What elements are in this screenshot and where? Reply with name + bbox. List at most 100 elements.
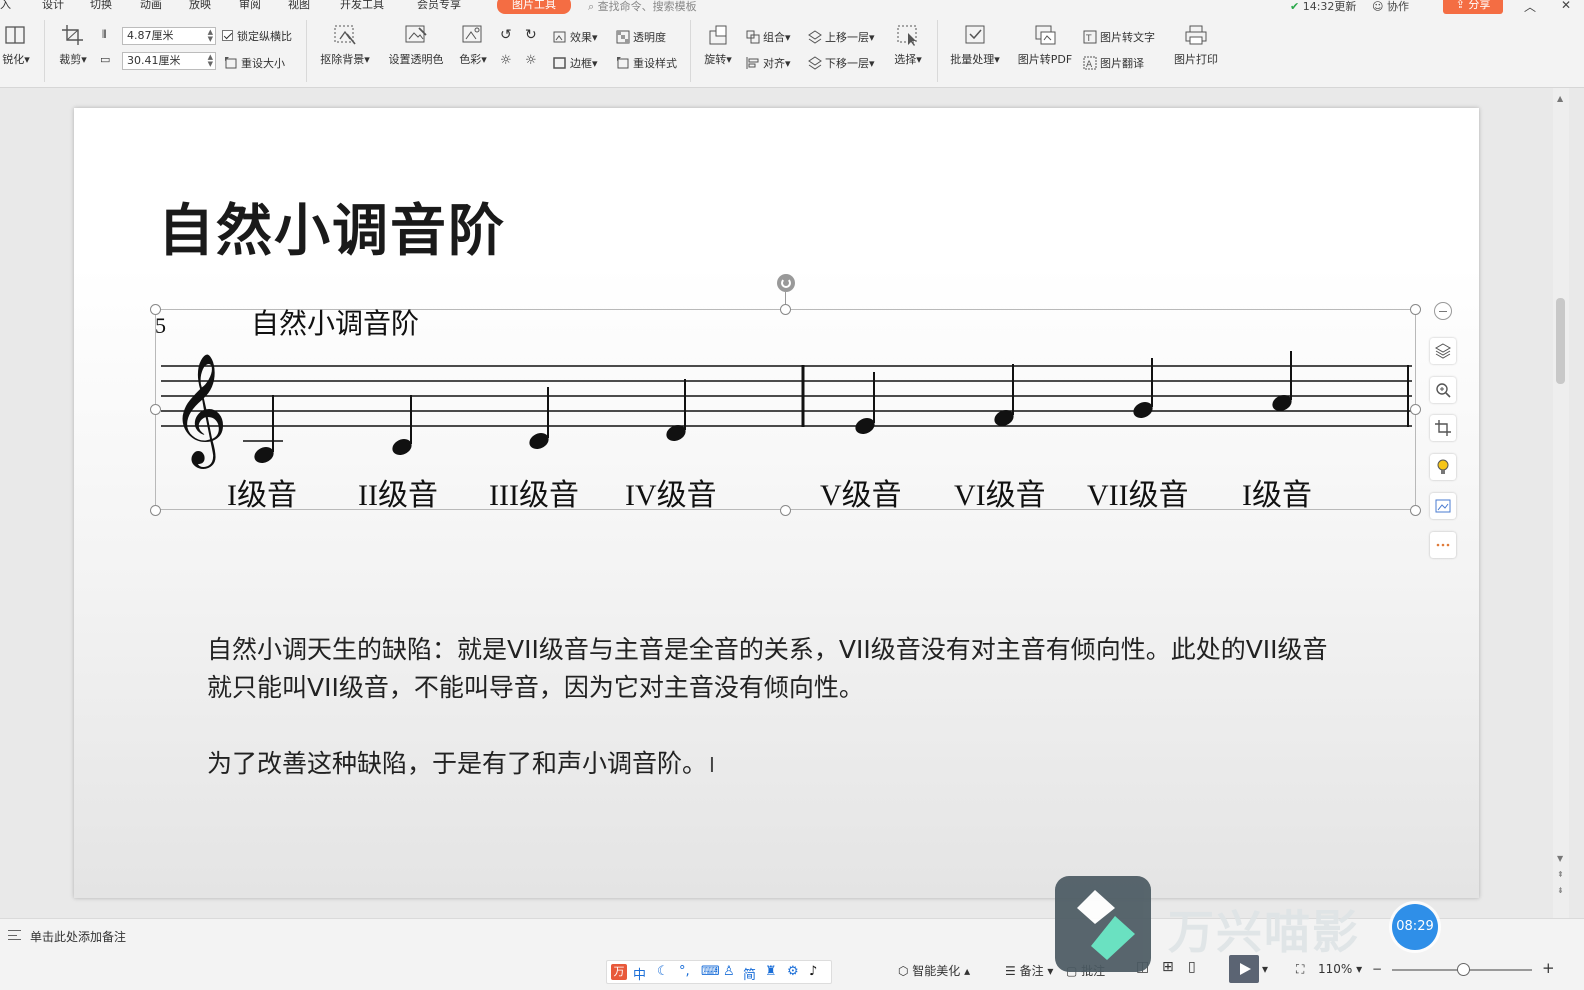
menu-slideshow[interactable]: 放映 <box>189 0 211 12</box>
menu-developer[interactable]: 开发工具 <box>340 0 384 12</box>
command-search[interactable]: ⌕ 查找命令、搜索模板 <box>588 0 697 14</box>
zoom-out-button[interactable]: − <box>1372 962 1382 976</box>
brightness-down-icon[interactable]: ☼ <box>525 54 537 68</box>
body-paragraph-line-2[interactable]: 就只能叫VII级音，不能叫导音，因为它对主音没有倾向性。 <box>207 669 864 707</box>
brightness-up-icon[interactable]: ☼ <box>500 54 512 68</box>
set-transparent-color-button[interactable]: 设置透明色 <box>384 24 448 67</box>
color-icon <box>462 25 482 43</box>
transparency-label: 透明度 <box>633 31 666 44</box>
lock-ratio-checkbox[interactable]: 锁定纵横比 <box>222 30 292 44</box>
resize-handle-left[interactable] <box>150 404 161 415</box>
width-stepper[interactable]: ▲ ▼ <box>208 54 213 68</box>
prev-slide-icon[interactable]: ⇞ <box>1557 870 1564 879</box>
menu-insert[interactable]: 入 <box>0 0 11 12</box>
transparency-button[interactable]: 透明度 <box>616 30 666 45</box>
ime-settings-icon[interactable]: ⚙ <box>787 964 799 979</box>
resize-handle-top[interactable] <box>780 304 791 315</box>
border-button[interactable]: 边框▾ <box>553 56 598 71</box>
ime-keyboard-icon[interactable]: ⌨ <box>701 964 720 979</box>
play-options-chevron-icon[interactable]: ▾ <box>1262 962 1268 976</box>
next-slide-icon[interactable]: ⇟ <box>1557 886 1564 895</box>
color-button[interactable]: 色彩▾ <box>454 24 492 67</box>
vertical-scrollbar[interactable]: ▲ ▼ ⇞ ⇟ <box>1553 88 1569 918</box>
rotate-right-icon[interactable]: ↻ <box>525 28 537 42</box>
zoom-preview-tool[interactable] <box>1430 377 1456 403</box>
image-to-pdf-button[interactable]: 图片转PDF <box>1014 24 1076 67</box>
reset-size-button[interactable]: 重设大小 <box>224 56 285 71</box>
align-button[interactable]: 对齐▾ <box>746 56 791 71</box>
fit-window-icon[interactable]: ⛶ <box>1296 962 1304 977</box>
width-value: 30.41厘米 <box>127 54 181 67</box>
slide-title[interactable]: 自然小调音阶 <box>158 186 506 267</box>
scroll-down-icon[interactable]: ▼ <box>1557 854 1563 863</box>
cloud-sync-status[interactable]: ✔ 14:32更新 <box>1290 0 1356 14</box>
scrollbar-thumb[interactable] <box>1556 298 1565 384</box>
image-print-button[interactable]: 图片打印 <box>1170 24 1222 67</box>
reset-size-icon <box>225 57 237 69</box>
collab-button[interactable]: ☺ 协作 <box>1372 0 1409 14</box>
notes-toggle-button[interactable]: ☰ 备注 ▾ <box>1005 962 1053 979</box>
image-to-text-button[interactable]: T 图片转文字 <box>1083 30 1155 45</box>
ime-tiktok-icon[interactable]: ♪ <box>809 964 817 979</box>
select-button[interactable]: 选择▾ <box>890 24 926 67</box>
ime-moon-icon[interactable]: ☾ <box>657 964 669 979</box>
score-image[interactable]: 5 自然小调音阶 𝄞 I级音 II级音 III级音 IV级音 V级音 VI级音 … <box>150 274 1421 516</box>
layers-tool[interactable] <box>1430 338 1456 364</box>
menu-animation[interactable]: 动画 <box>140 0 162 12</box>
slide-canvas[interactable]: 自然小调音阶 5 自然小调音阶 𝄞 I级音 II级音 III级音 IV级音 V级… <box>74 108 1479 898</box>
ime-punct-icon[interactable]: °, <box>679 964 690 979</box>
image-replace-tool[interactable] <box>1430 493 1456 519</box>
menu-review[interactable]: 审阅 <box>239 0 261 12</box>
batch-process-button[interactable]: 批量处理▾ <box>945 24 1005 67</box>
rotate-handle[interactable] <box>777 274 795 292</box>
resize-handle-top-right[interactable] <box>1410 304 1421 315</box>
ime-skin-icon[interactable]: ♜ <box>765 964 777 979</box>
rotate-button[interactable]: 旋转▾ <box>700 24 736 67</box>
height-input[interactable]: 4.87厘米 ▲ ▼ <box>122 27 216 45</box>
body-paragraph-2[interactable]: 为了改善这种缺陷，于是有了和声小调音阶。 I <box>207 745 715 784</box>
close-icon[interactable]: ✕ <box>1561 0 1571 12</box>
smart-suggest-tool[interactable] <box>1430 454 1456 480</box>
tab-picture-tools[interactable]: 图片工具 <box>497 0 571 14</box>
more-tools[interactable] <box>1430 532 1456 558</box>
notes-placeholder[interactable]: 单击此处添加备注 <box>30 928 126 945</box>
effects-button[interactable]: 效果▾ <box>553 30 598 45</box>
menu-view[interactable]: 视图 <box>288 0 310 12</box>
send-backward-button[interactable]: 下移一层▾ <box>808 56 875 71</box>
resize-handle-right[interactable] <box>1410 404 1421 415</box>
menu-transition[interactable]: 切换 <box>90 0 112 12</box>
share-button[interactable]: ⇪ 分享 <box>1443 0 1503 14</box>
chevron-up-icon[interactable]: ︿ <box>1524 0 1536 15</box>
image-translate-button[interactable]: A 图片翻译 <box>1083 56 1144 71</box>
remove-background-button[interactable]: 抠除背景▾ <box>316 24 374 67</box>
crop-tool[interactable] <box>1430 415 1456 441</box>
ime-simplified-mode[interactable]: 简 <box>743 964 756 983</box>
transparent-color-icon <box>405 25 427 43</box>
scroll-up-icon[interactable]: ▲ <box>1557 94 1563 103</box>
select-cursor-icon <box>897 25 917 46</box>
ime-chinese-mode[interactable]: 中 <box>633 964 646 983</box>
reset-style-button[interactable]: 重设样式 <box>616 56 677 71</box>
zoom-level[interactable]: 110% ▾ <box>1318 962 1362 976</box>
align-icon <box>746 57 759 69</box>
resize-handle-bottom[interactable] <box>780 505 791 516</box>
menu-member[interactable]: 会员专享 <box>417 0 461 12</box>
zoom-slider-knob[interactable] <box>1457 963 1470 976</box>
width-input[interactable]: 30.41厘米 ▲ ▼ <box>122 52 216 70</box>
collapse-minus-icon[interactable] <box>1434 302 1452 320</box>
menu-design[interactable]: 设计 <box>42 0 64 12</box>
group-button[interactable]: 组合▾ <box>746 30 791 45</box>
height-stepper[interactable]: ▲ ▼ <box>208 29 213 43</box>
body-paragraph-line-1[interactable]: 自然小调天生的缺陷：就是VII级音与主音是全音的关系，VII级音没有对主音有倾向… <box>207 631 1328 669</box>
ime-user-icon[interactable]: ♙ <box>723 964 735 979</box>
bring-forward-button[interactable]: 上移一层▾ <box>808 30 875 45</box>
zoom-in-button[interactable]: + <box>1542 959 1555 977</box>
crop-button[interactable]: 裁剪▾ <box>55 24 91 67</box>
resize-handle-bottom-left[interactable] <box>150 505 161 516</box>
resize-handle-bottom-right[interactable] <box>1410 505 1421 516</box>
smart-beautify-button[interactable]: ⬡ 智能美化 ▴ <box>898 962 970 979</box>
rotate-left-icon[interactable]: ↺ <box>500 28 512 42</box>
resize-handle-top-left[interactable] <box>150 304 161 315</box>
sharpen-button[interactable]: 锐化▾ <box>0 24 34 67</box>
ime-toolbar[interactable]: 万 中 ☾ °, ⌨ ♙ 简 ♜ ⚙ ♪ <box>606 960 832 984</box>
